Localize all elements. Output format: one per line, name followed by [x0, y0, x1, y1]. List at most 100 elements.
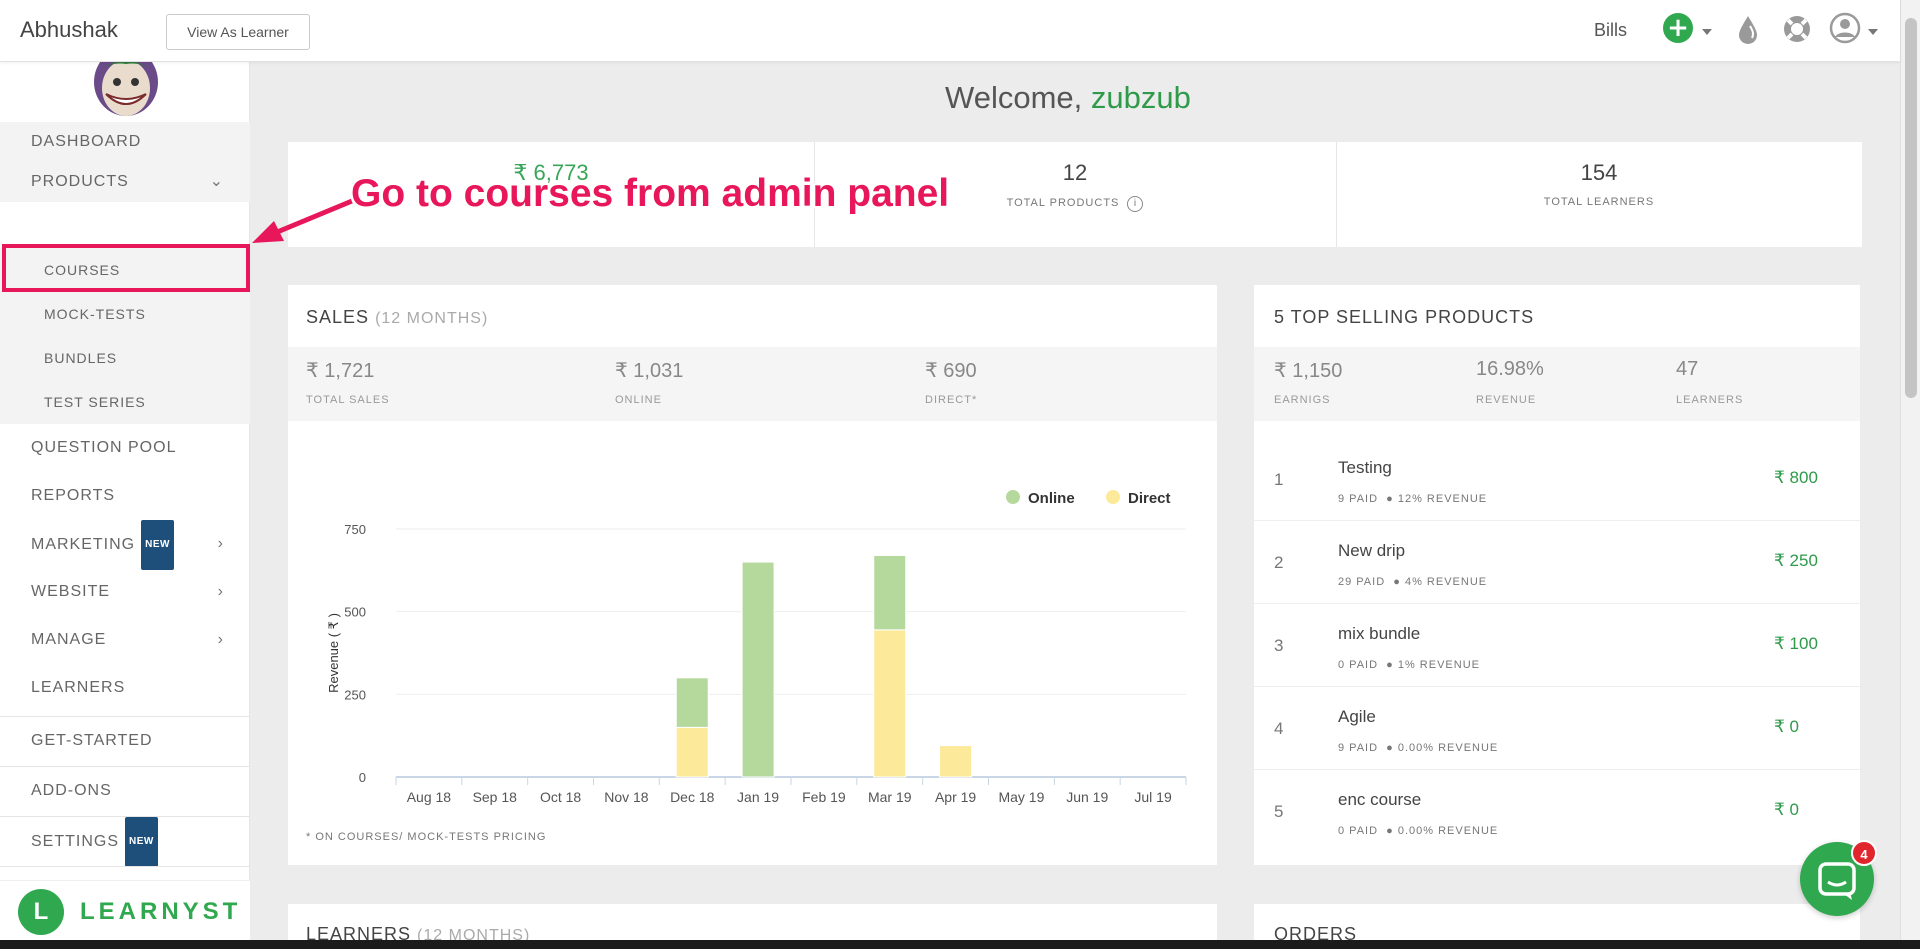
- courses-highlight-box: [2, 244, 250, 292]
- sidebar-item-reports[interactable]: REPORTS: [0, 472, 250, 520]
- top-product-row[interactable]: 4 Agile 9 PAID ● 0.00% REVENUE ₹ 0: [1254, 687, 1860, 770]
- info-icon[interactable]: i: [1127, 196, 1144, 212]
- sidebar-item-learners[interactable]: LEARNERS: [0, 664, 250, 712]
- bar-direct: [873, 629, 907, 778]
- top-selling-summary: ₹ 1,150 EARNIGS 16.98% REVENUE 47 LEARNE…: [1254, 347, 1860, 421]
- top-product-row[interactable]: 2 New drip 29 PAID ● 4% REVENUE ₹ 250: [1254, 521, 1860, 604]
- user-avatar-icon[interactable]: [1829, 12, 1861, 44]
- x-tick-label: Mar 19: [868, 789, 912, 805]
- sidebar-item-mock-tests[interactable]: MOCK-TESTS: [0, 292, 250, 336]
- learners-card: LEARNERS (12 MONTHS): [288, 904, 1217, 940]
- y-tick-label: 250: [344, 687, 366, 702]
- sidebar-item-question-pool[interactable]: QUESTION POOL: [0, 424, 250, 472]
- sidebar-item-test-series[interactable]: TEST SERIES: [0, 380, 250, 424]
- product-amount: ₹ 250: [1774, 551, 1818, 570]
- sidebar-item-manage[interactable]: MANAGE ›: [0, 616, 250, 664]
- y-tick-label: 0: [359, 770, 366, 785]
- sidebar-item-add-ons[interactable]: ADD-ONS: [0, 767, 250, 815]
- add-dropdown-caret-icon[interactable]: [1702, 29, 1712, 35]
- product-amount: ₹ 100: [1774, 634, 1818, 653]
- callout-text: Go to courses from admin panel: [351, 172, 950, 215]
- x-tick-label: Dec 18: [670, 789, 715, 805]
- x-tick-label: Oct 18: [540, 789, 581, 805]
- bottom-strip: [0, 940, 1920, 949]
- top-navbar: Abhushak View As Learner Bills +: [0, 0, 1900, 62]
- product-name: Agile: [1338, 707, 1376, 726]
- stat-total-products-label: TOTAL PRODUCTS: [1006, 197, 1120, 209]
- brand-name[interactable]: Abhushak: [20, 17, 118, 43]
- profile-avatar: [94, 62, 158, 116]
- product-name: New drip: [1338, 541, 1406, 560]
- sidebar-item-bundles[interactable]: BUNDLES: [0, 336, 250, 380]
- user-dropdown-caret-icon[interactable]: [1868, 29, 1878, 35]
- sidebar: DASHBOARD PRODUCTS ⌄ COURSES MOCK-TESTS …: [0, 62, 250, 940]
- sales-card: SALES (12 MONTHS) ₹ 1,721 TOTAL SALES ₹ …: [288, 285, 1217, 865]
- sales-chart: 0 250 500 750 Revenue ( ₹ ) Aug 18 Sep 18 Oct 1…: [326, 522, 1187, 805]
- chevron-right-icon: ›: [217, 535, 224, 552]
- orders-card-title: ORDERS: [1274, 924, 1358, 940]
- product-amount: ₹ 800: [1774, 468, 1818, 487]
- bar-online: [675, 677, 709, 728]
- learnyst-logo-text: LEARNYST: [80, 898, 242, 925]
- page-scrollbar[interactable]: [1900, 0, 1920, 940]
- learners-card-subtitle: (12 MONTHS): [417, 927, 531, 940]
- sidebar-divider: [0, 866, 250, 867]
- learnyst-logo-icon: L: [18, 889, 64, 935]
- help-lifebuoy-icon[interactable]: [1782, 14, 1812, 44]
- top-selling-title: 5 TOP SELLING PRODUCTS: [1274, 307, 1535, 327]
- learners-value: 47: [1676, 358, 1699, 380]
- x-tick-label: Sep 18: [473, 789, 518, 805]
- y-axis-label: Revenue ( ₹ ): [326, 613, 341, 693]
- product-name: mix bundle: [1338, 624, 1421, 643]
- sidebar-item-marketing[interactable]: MARKETING NEW ›: [0, 520, 250, 570]
- bar-online: [873, 554, 907, 631]
- bar-online: [741, 561, 775, 778]
- x-tick-label: Jun 19: [1066, 789, 1108, 805]
- top-product-row[interactable]: 5 enc course 0 PAID ● 0.00% REVENUE ₹ 0: [1254, 770, 1860, 853]
- sidebar-item-dashboard[interactable]: DASHBOARD: [0, 122, 250, 162]
- learners-card-title: LEARNERS: [306, 924, 412, 940]
- product-amount: ₹ 0: [1774, 717, 1799, 736]
- view-as-learner-button[interactable]: View As Learner: [166, 14, 310, 50]
- bar-direct: [939, 745, 973, 778]
- new-badge: NEW: [125, 817, 158, 867]
- top-selling-card: 5 TOP SELLING PRODUCTS ₹ 1,150 EARNIGS 1…: [1254, 285, 1860, 865]
- bills-link[interactable]: Bills: [1594, 20, 1627, 41]
- sidebar-item-get-started[interactable]: GET-STARTED: [0, 717, 250, 765]
- chat-notification-badge: 4: [1851, 840, 1877, 866]
- product-name: Testing: [1338, 458, 1392, 477]
- x-tick-label: Feb 19: [802, 789, 846, 805]
- sales-footnote: * ON COURSES/ MOCK-TESTS PRICING: [306, 831, 547, 843]
- add-plus-icon[interactable]: +: [1663, 13, 1693, 43]
- x-tick-label: Aug 18: [407, 789, 452, 805]
- sidebar-item-products[interactable]: PRODUCTS ⌄: [0, 162, 250, 202]
- chevron-right-icon: ›: [217, 631, 224, 648]
- x-tick-label: May 19: [998, 789, 1044, 805]
- learners-label: LEARNERS: [1676, 394, 1744, 406]
- y-tick-label: 750: [344, 522, 366, 537]
- scrollbar-thumb[interactable]: [1905, 18, 1917, 398]
- callout-arrow-icon: [252, 198, 353, 243]
- revenue-label: REVENUE: [1476, 394, 1537, 406]
- x-tick-label: Apr 19: [935, 789, 976, 805]
- welcome-heading: Welcome, zubzub: [945, 80, 1191, 115]
- sidebar-item-settings[interactable]: SETTINGS NEW: [0, 817, 250, 867]
- chevron-down-icon: ⌄: [209, 173, 224, 190]
- earnings-label: EARNIGS: [1274, 394, 1331, 406]
- stat-total-learners: 154 TOTAL LEARNERS: [1336, 142, 1862, 247]
- new-badge: NEW: [141, 520, 174, 570]
- x-tick-label: Nov 18: [604, 789, 649, 805]
- learnyst-logo[interactable]: L LEARNYST: [0, 880, 250, 940]
- top-product-row[interactable]: 1 Testing 9 PAID ● 12% REVENUE ₹ 800: [1254, 438, 1860, 521]
- y-tick-label: 500: [344, 605, 366, 620]
- product-amount: ₹ 0: [1774, 800, 1799, 819]
- top-product-row[interactable]: 3 mix bundle 0 PAID ● 1% REVENUE ₹ 100: [1254, 604, 1860, 687]
- chevron-right-icon: ›: [217, 583, 224, 600]
- product-name: enc course: [1338, 790, 1422, 809]
- sidebar-item-website[interactable]: WEBSITE ›: [0, 568, 250, 616]
- drop-icon[interactable]: [1736, 14, 1760, 44]
- x-tick-label: Jan 19: [737, 789, 779, 805]
- bar-direct: [675, 726, 709, 778]
- orders-card: ORDERS: [1254, 904, 1860, 940]
- earnings-value: ₹ 1,150: [1274, 360, 1343, 382]
